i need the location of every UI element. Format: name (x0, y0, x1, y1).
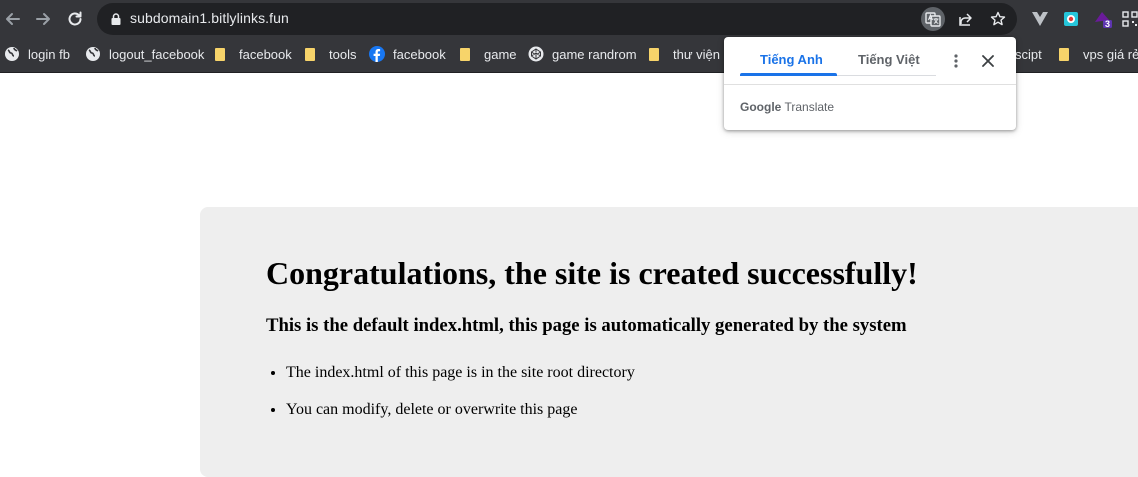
page-subtitle: This is the default index.html, this pag… (266, 315, 907, 336)
translate-popup: Tiếng Anh Tiếng Việt Google Translate (724, 37, 1016, 130)
folder-icon (305, 47, 315, 61)
star-icon (990, 11, 1006, 26)
extension-qr-button[interactable] (1122, 8, 1138, 30)
bookmark-label: thư viện (673, 46, 721, 62)
bookmark-login-fb[interactable]: login fb (4, 38, 70, 70)
codepen-icon (528, 46, 544, 62)
bookmark-folder-facebook[interactable]: facebook (212, 38, 292, 70)
translate-brand-text: Translate (784, 100, 835, 114)
forward-button[interactable] (32, 8, 54, 30)
translate-page-button[interactable] (921, 7, 945, 31)
bookmark-label: facebook (393, 46, 446, 62)
vue-icon (1032, 12, 1048, 26)
lock-icon (111, 13, 121, 25)
globe-icon (86, 47, 100, 61)
tab-source-language[interactable]: Tiếng Anh (760, 52, 823, 67)
list-item: You can modify, delete or overwrite this… (286, 400, 635, 437)
bookmark-label: tools (329, 46, 357, 62)
bookmark-star-button[interactable] (986, 7, 1010, 31)
camera-extension-icon (1064, 12, 1078, 26)
bookmark-folder-thu-vien[interactable]: thư viện (646, 38, 720, 70)
bookmark-label: logout_facebook (109, 46, 205, 62)
bookmark-folder-vps[interactable]: vps giá rẻ (1056, 38, 1138, 70)
globe-icon (5, 47, 19, 61)
bookmark-label: facebook (239, 46, 292, 62)
list-item: The index.html of this page is in the si… (286, 363, 635, 400)
bookmark-label: scipt (1015, 46, 1042, 62)
close-icon (982, 55, 994, 67)
more-vertical-icon (954, 54, 958, 68)
back-button[interactable] (2, 8, 24, 30)
bookmark-label: game randrom (552, 46, 637, 62)
arrow-left-icon (6, 13, 20, 25)
bookmark-label: game (484, 46, 517, 62)
facebook-icon (369, 46, 385, 62)
bookmark-facebook[interactable]: facebook (369, 38, 446, 70)
bookmark-folder-game[interactable]: game (457, 38, 517, 70)
bookmark-folder-scipt[interactable]: scipt (1015, 38, 1042, 70)
folder-icon (1059, 47, 1069, 61)
folder-icon (215, 47, 225, 61)
page-title: Congratulations, the site is created suc… (266, 255, 918, 291)
folder-icon (649, 47, 659, 61)
translate-icon (925, 12, 941, 27)
translate-close-button[interactable] (978, 51, 998, 71)
reload-icon (68, 11, 82, 26)
active-tab-indicator (740, 73, 837, 76)
bookmark-label: vps giá rẻ (1083, 46, 1138, 62)
content-panel: Congratulations, the site is created suc… (200, 207, 1138, 477)
info-list: The index.html of this page is in the si… (266, 363, 635, 437)
google-translate-brand: Google Translate (740, 100, 834, 114)
extension-wizard-button[interactable]: 3 (1092, 8, 1114, 30)
bookmark-label: login fb (28, 46, 70, 62)
reload-button[interactable] (64, 8, 86, 30)
qr-code-icon (1122, 11, 1138, 27)
share-button[interactable] (954, 7, 978, 31)
url-text: subdomain1.bitlylinks.fun (130, 10, 289, 26)
bookmark-logout-facebook[interactable]: logout_facebook (85, 38, 204, 70)
share-icon (959, 13, 972, 26)
folder-icon (460, 47, 470, 61)
tab-target-language[interactable]: Tiếng Việt (858, 52, 920, 67)
extension-vue-button[interactable] (1029, 8, 1051, 30)
popup-separator (724, 84, 1016, 85)
translate-options-button[interactable] (946, 51, 966, 71)
extension-camera-button[interactable] (1060, 8, 1082, 30)
arrow-right-icon (36, 13, 50, 25)
google-logo-text: Google (740, 100, 782, 114)
browser-toolbar: subdomain1.bitlylinks.fun 3 (0, 0, 1138, 38)
bookmark-folder-tools[interactable]: tools (302, 38, 356, 70)
address-bar[interactable]: subdomain1.bitlylinks.fun (97, 3, 1017, 35)
extension-badge-count: 3 (1105, 19, 1111, 29)
bookmark-game-randrom[interactable]: game randrom (528, 38, 637, 70)
